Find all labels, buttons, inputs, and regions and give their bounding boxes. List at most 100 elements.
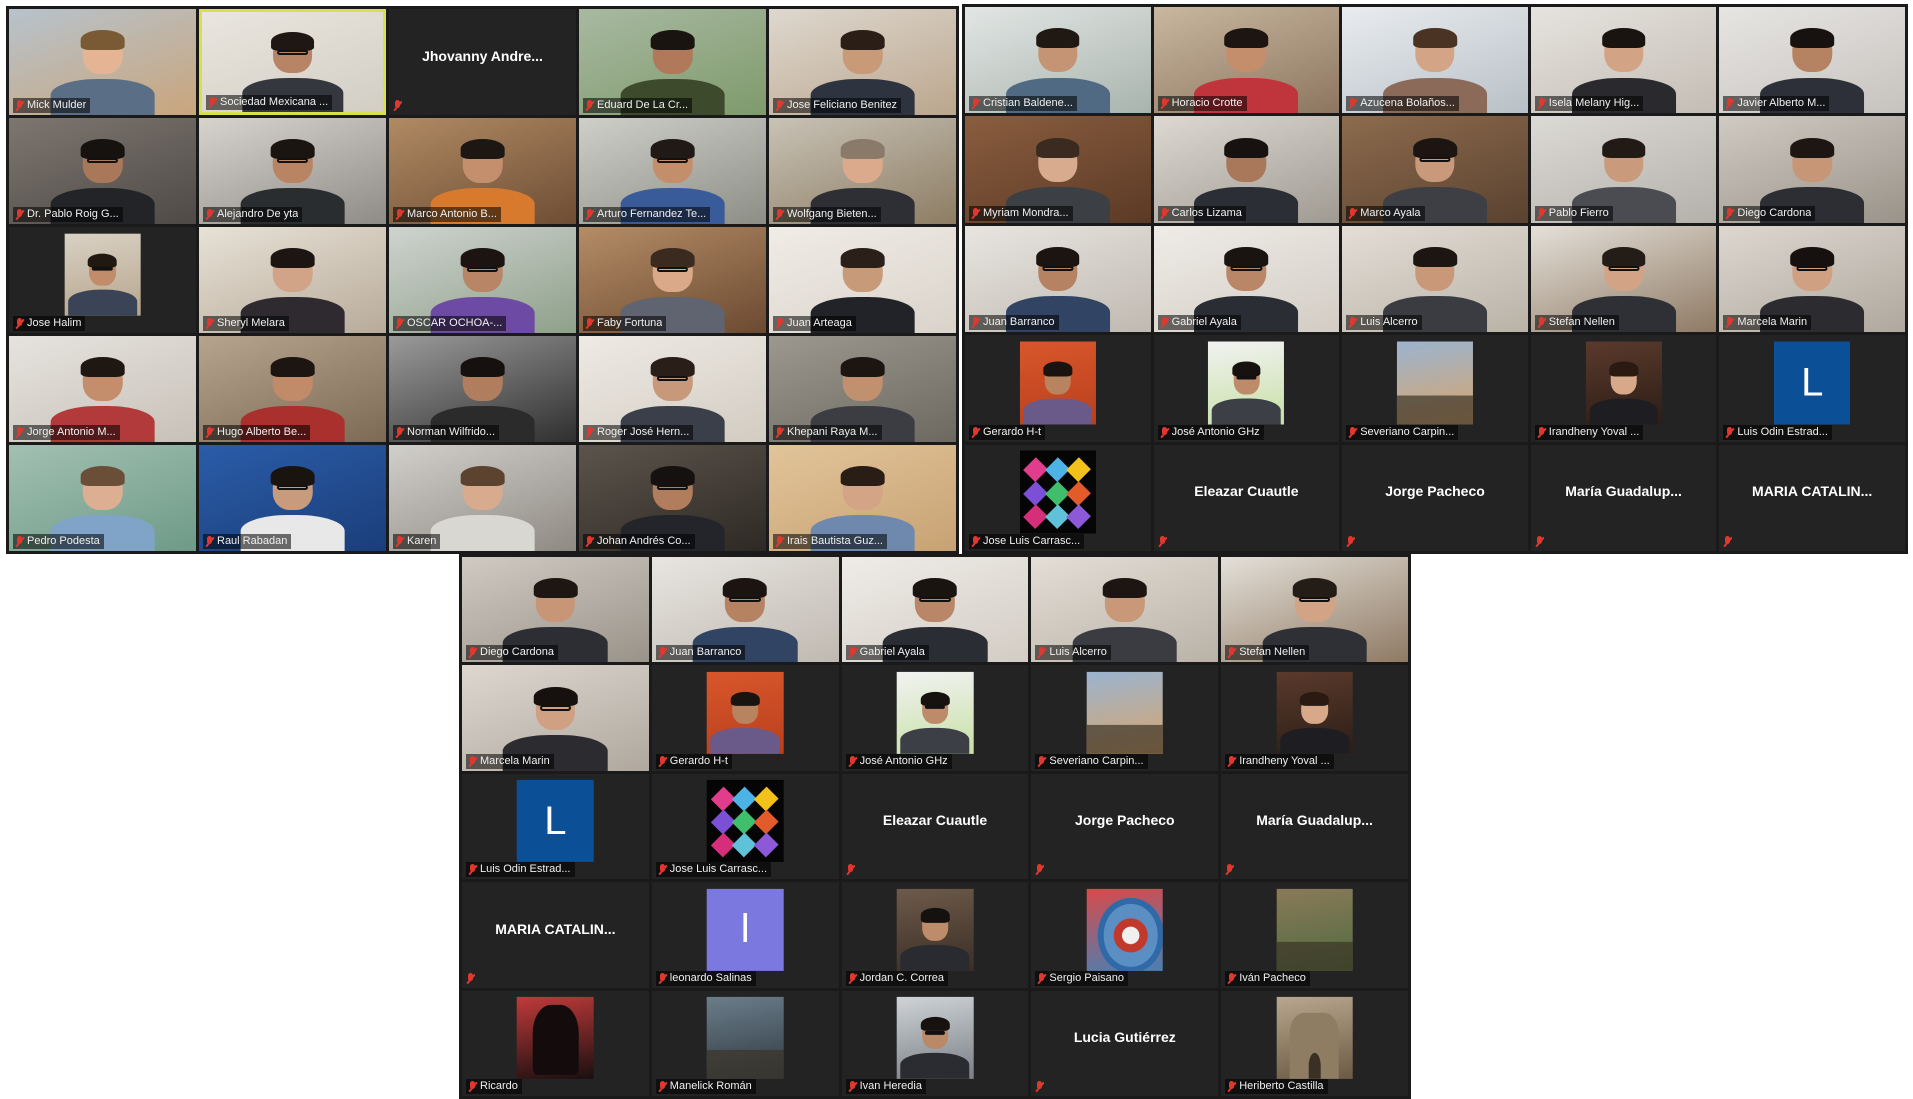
participant-tile-arturo-fernandez-te[interactable]: Arturo Fernandez Te... xyxy=(579,118,766,224)
participant-name: Raul Rabadan xyxy=(217,535,288,547)
participant-tile-hugo-alberto-be[interactable]: Hugo Alberto Be... xyxy=(199,336,386,442)
participant-tile-diego-cardona[interactable]: Diego Cardona xyxy=(1719,116,1905,223)
participant-name: Juan Arteaga xyxy=(787,317,852,329)
participant-tile-johan-andres-co[interactable]: Johan Andrés Co... xyxy=(579,445,766,551)
participant-tile-sheryl-melara[interactable]: Sheryl Melara xyxy=(199,227,386,333)
participant-tile-luis-odin-estrad[interactable]: L Luis Odin Estrad... xyxy=(1719,335,1905,442)
participant-tile-stefan-nellen[interactable]: Stefan Nellen xyxy=(1221,557,1408,663)
participant-tile-maria-guadalup[interactable]: María Guadalup... xyxy=(1530,444,1717,551)
participant-tile-leonardo-salinas[interactable]: l leonardo Salinas xyxy=(651,882,839,988)
name-label: Stefan Nellen xyxy=(1225,645,1310,661)
participant-tile-karen[interactable]: Karen xyxy=(389,445,576,551)
muted-microphone-icon xyxy=(1160,207,1169,219)
participant-tile-cristian-baldene[interactable]: Cristian Baldene... xyxy=(965,7,1151,114)
participant-tile-juan-barranco[interactable]: Juan Barranco xyxy=(651,557,839,663)
participant-tile-juan-arteaga[interactable]: Juan Arteaga xyxy=(769,227,956,333)
name-label: Isela Melany Hig... xyxy=(1534,96,1644,112)
participant-name: Johan Andrés Co... xyxy=(597,535,691,547)
participant-tile-khepani-raya-m[interactable]: Khepani Raya M... xyxy=(769,336,956,442)
participant-tile-irais-bautista-guz[interactable]: Irais Bautista Guz... xyxy=(769,445,956,551)
participant-tile-faby-fortuna[interactable]: Faby Fortuna xyxy=(579,227,766,333)
participant-tile-myriam-mondra[interactable]: Myriam Mondra... xyxy=(965,116,1151,223)
participant-display-name: Lucia Gutiérrez xyxy=(1073,1028,1176,1045)
participant-tile-sociedad-mexicana[interactable]: Sociedad Mexicana ... xyxy=(199,9,386,115)
participant-tile-jorge-pacheco[interactable]: Jorge Pacheco xyxy=(1342,444,1528,551)
participant-name: Luis Odin Estrad... xyxy=(480,863,571,876)
participant-tile-marcela-marin[interactable]: Marcela Marin xyxy=(462,665,649,771)
participant-tile-severiano-carpin[interactable]: Severiano Carpin... xyxy=(1342,335,1528,442)
participant-tile-dr-pablo-roig-g[interactable]: Dr. Pablo Roig G... xyxy=(9,118,196,224)
muted-microphone-icon xyxy=(1725,426,1734,438)
muted-microphone-icon xyxy=(395,318,404,329)
participant-tile-eleazar-cuautle[interactable]: Eleazar Cuautle xyxy=(841,773,1029,880)
participant-tile-azucena-bolanos[interactable]: Azucena Bolaños... xyxy=(1342,7,1528,114)
participant-tile-pablo-fierro[interactable]: Pablo Fierro xyxy=(1530,116,1717,223)
participant-tile-marco-ayala[interactable]: Marco Ayala xyxy=(1342,116,1528,223)
participant-tile-marcela-marin[interactable]: Marcela Marin xyxy=(1719,225,1905,333)
participant-tile-jose-halim[interactable]: Jose Halim xyxy=(9,227,196,333)
participant-tile-pedro-podesta[interactable]: Pedro Podesta xyxy=(9,445,196,551)
participant-tile-manelick-roman[interactable]: Manelick Román xyxy=(651,990,839,1096)
participant-tile-diego-cardona[interactable]: Diego Cardona xyxy=(462,557,649,663)
participant-tile-maria-catalin[interactable]: MARIA CATALIN... xyxy=(462,882,649,988)
participant-tile-ricardo[interactable]: Ricardo xyxy=(462,990,649,1096)
participant-tile-eleazar-cuautle[interactable]: Eleazar Cuautle xyxy=(1153,444,1340,551)
participant-name: Khepani Raya M... xyxy=(787,426,878,438)
muted-microphone-icon xyxy=(1725,317,1734,328)
participant-tile-jose-antonio-ghz[interactable]: José Antonio GHz xyxy=(841,665,1029,771)
participant-tile-gerardo-h-t[interactable]: Gerardo H-t xyxy=(965,335,1151,442)
participant-tile-luis-odin-estrad[interactable]: L Luis Odin Estrad... xyxy=(462,773,649,880)
muted-microphone-icon xyxy=(15,536,24,547)
name-label xyxy=(1346,534,1355,549)
participant-tile-jorge-pacheco[interactable]: Jorge Pacheco xyxy=(1031,773,1219,880)
participant-tile-maria-guadalup[interactable]: María Guadalup... xyxy=(1221,773,1408,880)
participant-tile-gabriel-ayala[interactable]: Gabriel Ayala xyxy=(1153,225,1340,333)
participant-tile-irandheny-yoval[interactable]: Irandheny Yoval ... xyxy=(1221,665,1408,771)
muted-microphone-icon xyxy=(1035,864,1044,875)
participant-display-name: María Guadalup... xyxy=(1565,483,1682,500)
participant-tile-wolfgang-bieten[interactable]: Wolfgang Bieten... xyxy=(769,118,956,224)
participant-tile-javier-alberto-m[interactable]: Javier Alberto M... xyxy=(1719,7,1905,114)
participant-tile-irandheny-yoval[interactable]: Irandheny Yoval ... xyxy=(1530,335,1717,442)
participant-tile-jordan-c-correa[interactable]: Jordan C. Correa xyxy=(841,882,1029,988)
name-label: Johan Andrés Co... xyxy=(583,534,695,549)
participant-tile-eduard-de-la-cr[interactable]: Eduard De La Cr... xyxy=(579,9,766,115)
name-label: Gabriel Ayala xyxy=(845,645,929,661)
participant-tile-sergio-paisano[interactable]: Sergio Paisano xyxy=(1031,882,1219,988)
participant-tile-luis-alcerro[interactable]: Luis Alcerro xyxy=(1031,557,1219,663)
participant-tile-juan-barranco[interactable]: Juan Barranco xyxy=(965,225,1151,333)
participant-tile-marco-antonio-b[interactable]: Marco Antonio B... xyxy=(389,118,576,224)
participant-tile-mick-mulder[interactable]: Mick Mulder xyxy=(9,9,196,115)
participant-name: Faby Fortuna xyxy=(597,317,663,329)
participant-tile-alejandro-de-yta[interactable]: Alejandro De yta xyxy=(199,118,386,224)
participant-tile-jose-feliciano-benitez[interactable]: Jose Feliciano Benitez xyxy=(769,9,956,115)
participant-tile-stefan-nellen[interactable]: Stefan Nellen xyxy=(1530,225,1717,333)
participant-name: Pablo Fierro xyxy=(1548,206,1609,219)
participant-tile-norman-wilfrido[interactable]: Norman Wilfrido... xyxy=(389,336,576,442)
participant-tile-isela-melany-hig[interactable]: Isela Melany Hig... xyxy=(1530,7,1717,114)
participant-tile-severiano-carpin[interactable]: Severiano Carpin... xyxy=(1031,665,1219,771)
participant-tile-gabriel-ayala[interactable]: Gabriel Ayala xyxy=(841,557,1029,663)
participant-tile-lucia-gutierrez[interactable]: Lucia Gutiérrez xyxy=(1031,990,1219,1096)
participant-tile-raul-rabadan[interactable]: Raul Rabadan xyxy=(199,445,386,551)
participant-tile-jhovanny-andre[interactable]: Jhovanny Andre... xyxy=(389,9,576,115)
participant-tile-heriberto-castilla[interactable]: Heriberto Castilla xyxy=(1221,990,1408,1096)
participant-tile-oscar-ochoa[interactable]: OSCAR OCHOA-... xyxy=(389,227,576,333)
participant-tile-carlos-lizama[interactable]: Carlos Lizama xyxy=(1153,116,1340,223)
participant-tile-jorge-antonio-m[interactable]: Jorge Antonio M... xyxy=(9,336,196,442)
participant-name: Marcela Marin xyxy=(480,754,550,767)
participant-tile-jose-antonio-ghz[interactable]: José Antonio GHz xyxy=(1153,335,1340,442)
participant-tile-ivan-heredia[interactable]: Ivan Heredia xyxy=(841,990,1029,1096)
participant-tile-luis-alcerro[interactable]: Luis Alcerro xyxy=(1342,225,1528,333)
participant-name: Eduard De La Cr... xyxy=(597,99,689,111)
participant-tile-maria-catalin[interactable]: MARIA CATALIN... xyxy=(1719,444,1905,551)
participant-tile-roger-jose-hern[interactable]: Roger José Hern... xyxy=(579,336,766,442)
muted-microphone-icon xyxy=(1037,755,1046,767)
participant-tile-ivan-pacheco[interactable]: Iván Pacheco xyxy=(1221,882,1408,988)
profile-picture xyxy=(896,888,974,971)
participant-tile-gerardo-h-t[interactable]: Gerardo H-t xyxy=(651,665,839,771)
participant-tile-horacio-crotte[interactable]: Horacio Crotte xyxy=(1153,7,1340,114)
muted-microphone-icon xyxy=(658,972,667,984)
participant-tile-jose-luis-carrasc[interactable]: Jose Luis Carrasc... xyxy=(965,444,1151,551)
participant-tile-jose-luis-carrasc[interactable]: Jose Luis Carrasc... xyxy=(651,773,839,880)
